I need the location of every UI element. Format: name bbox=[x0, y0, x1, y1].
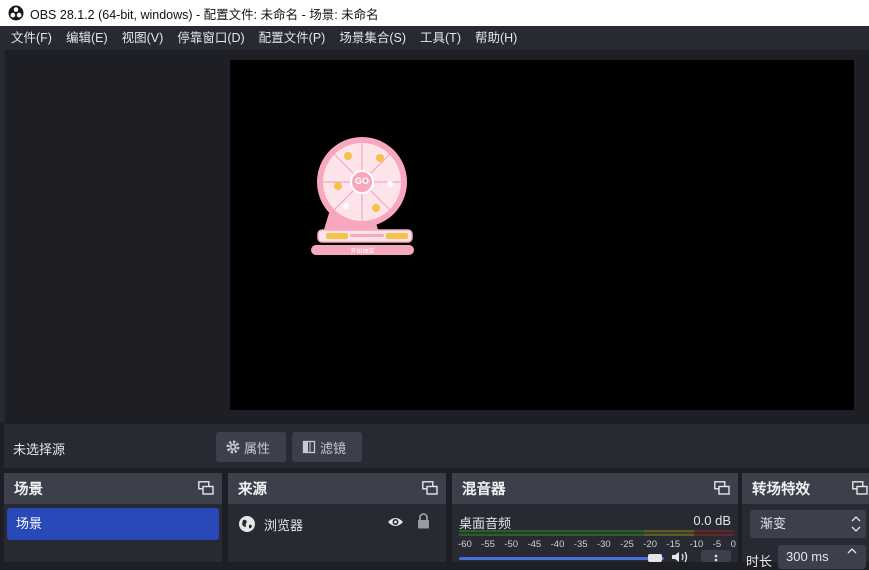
window-titlebar: OBS 28.1.2 (64-bit, windows) - 配置文件: 未命名… bbox=[0, 0, 869, 26]
mixer-dock-header: 混音器 bbox=[452, 473, 738, 504]
speaker-icon[interactable] bbox=[671, 551, 691, 563]
chevron-up-icon[interactable] bbox=[846, 547, 858, 555]
sources-dock: 来源 浏览器 bbox=[228, 473, 446, 562]
scale-tick: -20 bbox=[643, 539, 657, 550]
scale-tick: -35 bbox=[573, 539, 588, 550]
globe-icon bbox=[239, 516, 255, 532]
mixer-dock: 混音器 桌面音频 0.0 dB -60 -55 -50 -45 -40 -35 … bbox=[452, 473, 738, 563]
eye-icon[interactable] bbox=[387, 515, 404, 529]
more-options-icon bbox=[714, 554, 718, 562]
sources-dock-header: 来源 bbox=[228, 473, 446, 504]
scenes-dock: 场景 场景 bbox=[4, 473, 222, 562]
menu-file[interactable]: 文件(F) bbox=[4, 26, 59, 50]
mixer-channel-level: 0.0 dB bbox=[693, 513, 731, 528]
preview-canvas[interactable]: GO 开始抽奖 bbox=[230, 60, 854, 410]
transitions-dock: 转场特效 渐变 时长 300 ms bbox=[742, 473, 869, 569]
menu-docks[interactable]: 停靠窗口(D) bbox=[170, 26, 251, 50]
mixer-more-button[interactable] bbox=[701, 550, 731, 562]
undock-icon[interactable] bbox=[714, 481, 730, 495]
menu-tools[interactable]: 工具(T) bbox=[413, 26, 468, 50]
undock-icon[interactable] bbox=[198, 481, 214, 495]
menu-view[interactable]: 视图(V) bbox=[115, 26, 171, 50]
gear-icon bbox=[226, 440, 240, 454]
menu-bar: 文件(F) 编辑(E) 视图(V) 停靠窗口(D) 配置文件(P) 场景集合(S… bbox=[0, 26, 869, 50]
meter-scale: -60 -55 -50 -45 -40 -35 -30 -25 -20 -15 … bbox=[458, 539, 736, 551]
transitions-dock-header: 转场特效 bbox=[742, 473, 869, 504]
prize-wheel-graphic bbox=[311, 137, 414, 255]
source-list-item[interactable]: 浏览器 bbox=[238, 513, 438, 535]
source-toolbar bbox=[4, 424, 869, 468]
scale-tick: -50 bbox=[504, 539, 519, 550]
scale-tick: -60 bbox=[458, 539, 472, 550]
wheel-center-label: GO bbox=[354, 176, 369, 186]
scale-tick: -30 bbox=[596, 539, 611, 550]
obs-logo-icon bbox=[8, 5, 24, 21]
left-edge bbox=[0, 50, 5, 422]
menu-scene-collection[interactable]: 场景集合(S) bbox=[332, 26, 413, 50]
undock-icon[interactable] bbox=[422, 481, 438, 495]
menu-help[interactable]: 帮助(H) bbox=[468, 26, 524, 50]
window-title: OBS 28.1.2 (64-bit, windows) - 配置文件: 未命名… bbox=[30, 7, 379, 22]
volume-fader-track[interactable] bbox=[459, 557, 664, 560]
wheel-start-button: 开始抽奖 bbox=[350, 249, 375, 255]
duration-label: 时长 bbox=[746, 554, 773, 569]
scenes-dock-title: 场景 bbox=[14, 482, 43, 498]
source-name: 浏览器 bbox=[264, 517, 304, 533]
filter-icon bbox=[302, 440, 316, 454]
scene-list-item[interactable]: 场景 bbox=[7, 508, 219, 540]
filters-label: 滤镜 bbox=[320, 440, 347, 456]
scale-tick: -40 bbox=[550, 539, 565, 550]
scale-tick: -55 bbox=[481, 539, 495, 550]
scenes-dock-header: 场景 bbox=[4, 473, 222, 504]
no-source-selected-label: 未选择源 bbox=[13, 442, 66, 457]
volume-meter bbox=[459, 530, 734, 536]
sources-dock-title: 来源 bbox=[238, 482, 267, 498]
select-arrows-icon[interactable] bbox=[846, 510, 866, 538]
scale-tick: -45 bbox=[527, 539, 542, 550]
properties-button[interactable]: 属性 bbox=[216, 432, 286, 462]
undock-icon[interactable] bbox=[852, 481, 868, 495]
volume-fader-handle[interactable] bbox=[648, 554, 662, 562]
scale-tick: -25 bbox=[620, 539, 634, 550]
mixer-dock-title: 混音器 bbox=[462, 482, 506, 498]
transitions-dock-title: 转场特效 bbox=[752, 482, 810, 498]
scale-tick: 0 bbox=[730, 539, 736, 550]
lock-icon[interactable] bbox=[417, 513, 430, 529]
menu-edit[interactable]: 编辑(E) bbox=[59, 26, 115, 50]
filters-button[interactable]: 滤镜 bbox=[292, 432, 362, 462]
scale-tick: -15 bbox=[666, 539, 681, 550]
menu-profile[interactable]: 配置文件(P) bbox=[252, 26, 333, 50]
properties-label: 属性 bbox=[244, 440, 271, 456]
